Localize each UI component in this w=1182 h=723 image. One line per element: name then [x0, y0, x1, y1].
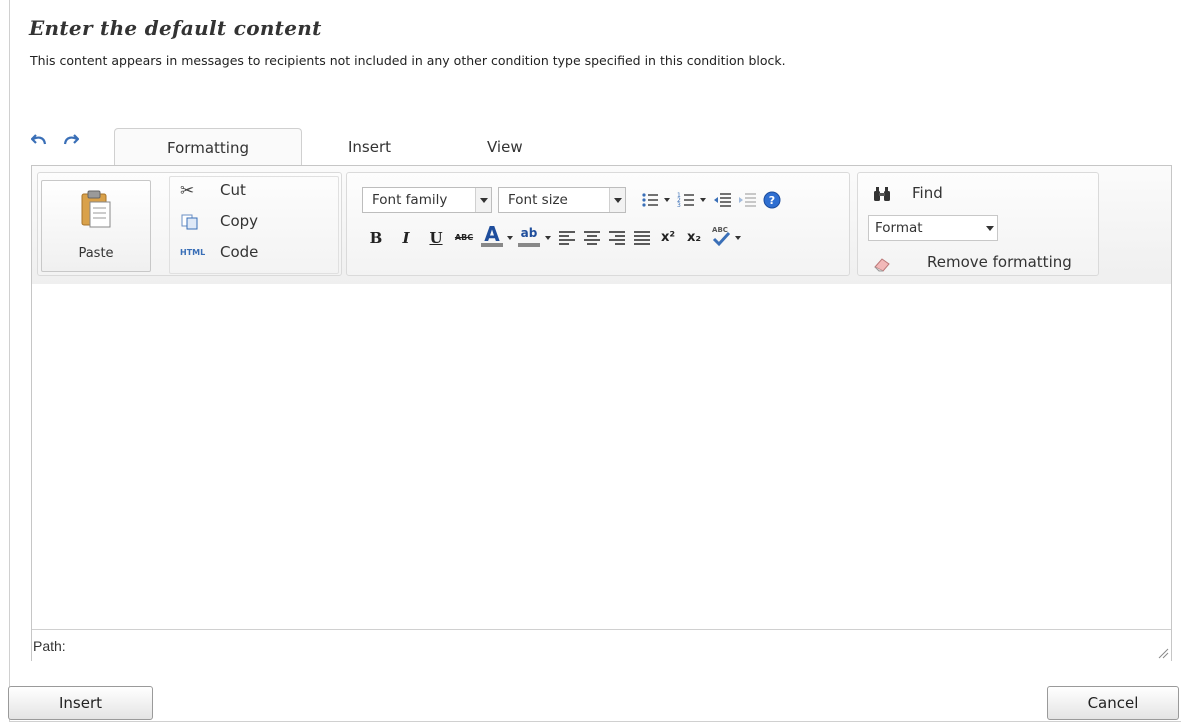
resize-grip-icon[interactable] [1157, 647, 1169, 659]
underline-button[interactable]: U [425, 227, 447, 249]
font-family-select[interactable]: Font family [362, 187, 492, 213]
chevron-down-icon[interactable] [544, 227, 552, 249]
strikethrough-button[interactable]: ABC [453, 227, 475, 249]
font-size-select[interactable]: Font size [498, 187, 626, 213]
font-group: Font family Font size 123 ? B I U ABC A … [346, 172, 850, 276]
paste-label: Paste [78, 246, 114, 261]
page-title: Enter the default content [29, 16, 322, 40]
clipboard-commands: ✂ Cut Copy HTML Code [169, 176, 339, 274]
path-label: Path: [33, 638, 66, 654]
clipboard-group: Paste ✂ Cut Copy HTML Code [37, 172, 342, 276]
increase-indent-icon[interactable] [736, 189, 758, 211]
font-size-value: Font size [508, 192, 568, 208]
paste-button[interactable]: Paste [41, 180, 151, 272]
binoculars-icon [874, 187, 890, 201]
eraser-icon [874, 258, 890, 272]
chevron-down-icon[interactable] [506, 227, 514, 249]
align-left-icon[interactable] [556, 227, 578, 249]
insert-button[interactable]: Insert [8, 686, 153, 720]
svg-text:?: ? [769, 194, 775, 207]
remove-formatting-label: Remove formatting [927, 253, 1072, 271]
tab-insert[interactable]: Insert [348, 128, 391, 166]
spellcheck-icon [712, 231, 731, 247]
chevron-down-icon[interactable] [699, 189, 707, 211]
highlight-color-button[interactable]: ab [518, 223, 540, 247]
bullet-list-icon[interactable] [639, 189, 661, 211]
tab-formatting[interactable]: Formatting [114, 128, 302, 167]
bold-button[interactable]: B [365, 227, 387, 249]
align-justify-icon[interactable] [631, 227, 653, 249]
find-label: Find [912, 184, 943, 202]
page-description: This content appears in messages to reci… [30, 53, 786, 68]
svg-text:3: 3 [677, 202, 681, 209]
chevron-down-icon [609, 188, 625, 212]
editing-group: Find Format Remove formatting [857, 172, 1099, 276]
font-color-button[interactable]: A [481, 223, 503, 247]
chevron-down-icon[interactable] [734, 227, 742, 249]
formatting-ribbon: Paste ✂ Cut Copy HTML Code Font family F… [32, 166, 1171, 285]
align-center-icon[interactable] [581, 227, 603, 249]
chevron-down-icon [475, 188, 491, 212]
cancel-button[interactable]: Cancel [1047, 686, 1179, 720]
subscript-button[interactable]: x₂ [683, 227, 705, 249]
code-label: Code [220, 243, 259, 261]
copy-label: Copy [220, 212, 259, 230]
font-family-value: Font family [372, 192, 448, 208]
editor-content-area[interactable] [32, 284, 1171, 628]
tab-label: View [487, 138, 523, 156]
chevron-down-icon [982, 216, 997, 240]
numbered-list-icon[interactable]: 123 [675, 189, 697, 211]
tab-view[interactable]: View [487, 128, 523, 166]
redo-icon[interactable] [61, 131, 79, 149]
format-select[interactable]: Format [868, 215, 998, 241]
tab-label: Formatting [167, 139, 249, 157]
italic-button[interactable]: I [395, 227, 417, 249]
undo-icon[interactable] [31, 131, 49, 149]
scissors-icon: ✂ [180, 181, 195, 201]
editor-statusbar: Path: [32, 629, 1171, 661]
rich-text-editor: Paste ✂ Cut Copy HTML Code Font family F… [31, 165, 1172, 661]
cut-label: Cut [220, 181, 246, 199]
help-icon[interactable]: ? [761, 189, 783, 211]
chevron-down-icon[interactable] [663, 189, 671, 211]
html-icon: HTML [180, 248, 206, 257]
superscript-button[interactable]: x² [657, 227, 679, 249]
decrease-indent-icon[interactable] [711, 189, 733, 211]
align-right-icon[interactable] [606, 227, 628, 249]
clipboard-icon [81, 190, 111, 228]
format-value: Format [875, 220, 923, 236]
copy-icon [181, 214, 198, 230]
tab-label: Insert [348, 138, 392, 156]
